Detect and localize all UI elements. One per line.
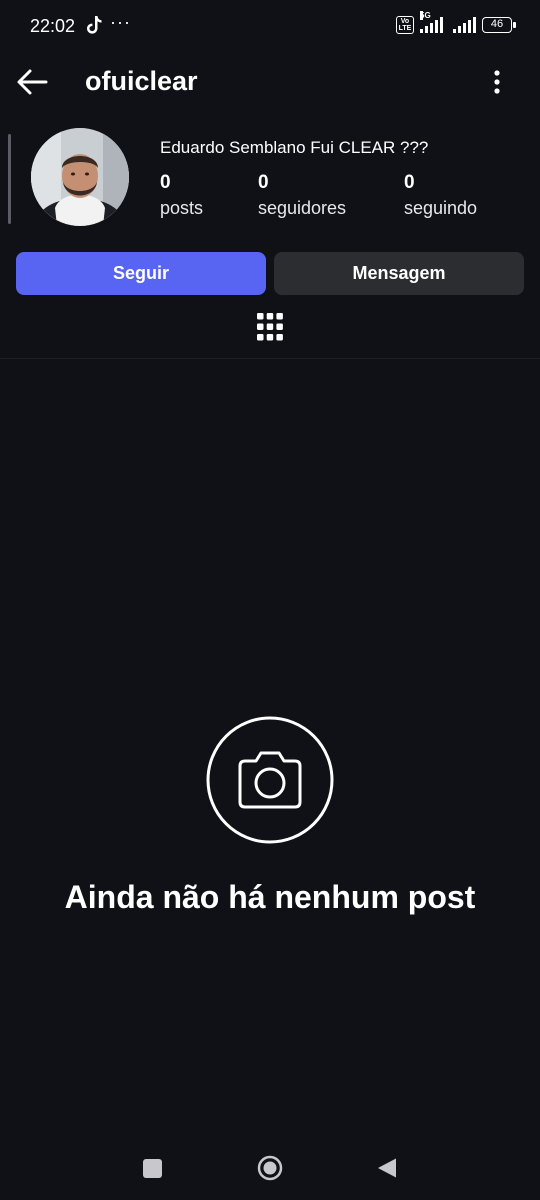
stat-following[interactable]: 0 seguindo [404,172,477,219]
volte-icon: Vo LTE [396,16,414,34]
camera-icon [206,716,334,844]
status-bar: 22:02 ··· Vo LTE 5G 46 [0,0,540,52]
following-count: 0 [404,172,415,193]
profile-username: ofuiclear [85,66,198,96]
battery-icon: 46 [482,17,516,33]
circle-icon[interactable] [257,1155,283,1181]
status-icons: Vo LTE 5G 46 [396,11,516,35]
avatar[interactable] [31,128,129,226]
following-label: seguindo [404,198,478,218]
triangle-back-icon[interactable] [376,1157,398,1179]
status-time: 22:02 [30,16,76,36]
grid-icon[interactable] [257,312,283,342]
followers-count: 0 [258,172,269,193]
avatar-photo [31,128,129,226]
message-button[interactable]: Mensagem [274,252,524,295]
display-name: Eduardo Semblano Fui CLEAR ??? [160,138,429,157]
square-icon[interactable] [143,1159,162,1178]
notification-dots: ··· [110,12,131,32]
scroll-indicator [8,134,11,224]
posts-label: posts [160,198,204,218]
stat-followers[interactable]: 0 seguidores [258,172,346,219]
follow-button[interactable]: Seguir [16,252,266,295]
divider [0,358,540,359]
more-vertical-icon[interactable] [486,68,508,98]
signal-icon [453,17,476,33]
followers-label: seguidores [258,198,347,218]
stat-posts: 0 posts [160,172,203,219]
posts-count: 0 [160,172,171,193]
profile-screen: 22:02 ··· Vo LTE 5G 46 ofuiclear Eduardo… [0,0,540,1200]
arrow-left-icon[interactable] [14,64,50,100]
empty-posts-message: Ainda não há nenhum post [64,879,476,915]
tiktok-icon [87,16,102,34]
signal-5g-icon: 5G [420,11,443,33]
